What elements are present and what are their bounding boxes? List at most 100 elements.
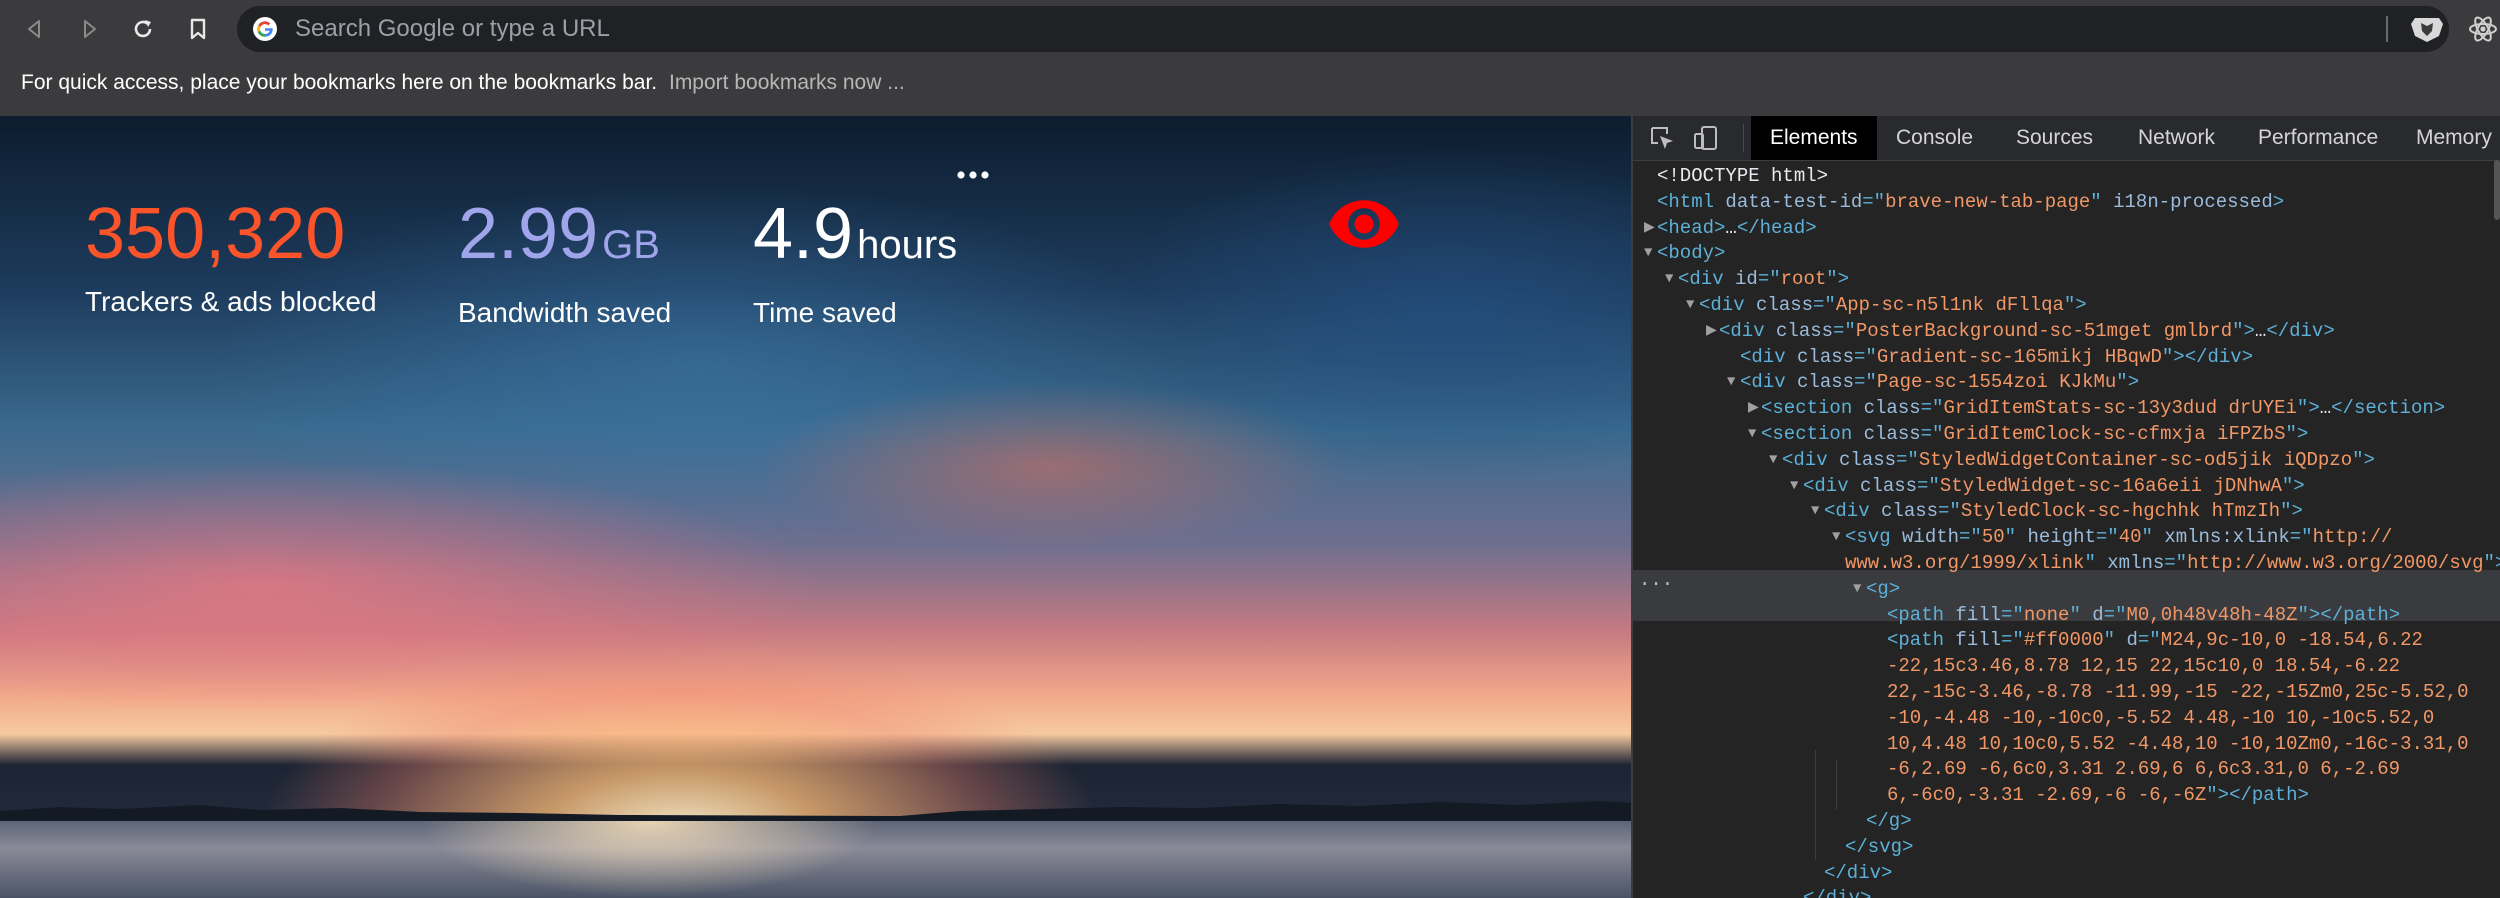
omnibox-placeholder: Search Google or type a URL	[295, 15, 610, 42]
dom-token-tag: ="	[1862, 190, 1886, 213]
dom-token-tag: "	[2090, 190, 2114, 213]
dom-token-val: 6,-6c0,-3.31 -2.69,-6 -6,-6Z	[1887, 784, 2207, 807]
dom-token-tag: <path	[1887, 603, 1956, 626]
dom-token-tag: </svg>	[1845, 835, 1914, 858]
dom-token-tag: <div	[1740, 345, 1798, 368]
dom-token-attr: i18n-processed	[2113, 190, 2273, 213]
dom-token-tag: <div	[1678, 268, 1736, 291]
tab-console[interactable]: Console	[1877, 116, 1992, 160]
dom-token-val: 40	[2118, 526, 2142, 549]
expand-triangle-icon[interactable]: ▶	[1644, 216, 1655, 242]
dom-token-tag: ">	[2285, 423, 2309, 445]
dom-token-val: www.w3.org/1999/xlink	[1845, 552, 2085, 574]
time-saved-value: 4.9	[753, 194, 854, 274]
collapse-triangle-icon[interactable]: ▼	[1727, 370, 1735, 396]
dom-token-attr: class	[1776, 319, 1834, 342]
react-devtools-icon[interactable]	[2466, 13, 2500, 45]
dom-token-tag: </section>	[2331, 397, 2446, 420]
trackers-blocked-label: Trackers & ads blocked	[85, 286, 377, 317]
dom-token-tag: ="	[1757, 268, 1781, 291]
dom-token-val: #ff0000	[2023, 629, 2104, 652]
import-bookmarks-link[interactable]: Import bookmarks now ...	[669, 71, 905, 94]
dom-token-attr: fill	[1955, 629, 2002, 652]
dom-token-tag: </head>	[1736, 216, 1817, 239]
device-toolbar-icon[interactable]	[1691, 123, 1721, 153]
dom-token-tag: <g>	[1866, 577, 1901, 600]
dom-token-tag: >	[2272, 190, 2285, 213]
dom-token-val: root	[1780, 268, 1827, 291]
tab-performance[interactable]: Performance	[2239, 116, 2397, 160]
dom-token-tag: ">	[2063, 294, 2087, 316]
omnibox[interactable]: Search Google or type a URL	[237, 6, 2449, 52]
dom-token-tag: ">	[2281, 474, 2305, 497]
dom-token-tag: "	[2141, 526, 2165, 549]
dom-token-tag: "	[2069, 603, 2093, 626]
collapse-triangle-icon[interactable]: ▼	[1686, 293, 1694, 319]
bandwidth-saved-value: 2.99	[458, 194, 599, 274]
bookmark-icon[interactable]	[180, 11, 216, 47]
collapse-triangle-icon[interactable]: ▼	[1853, 577, 1861, 603]
more-options-icon[interactable]	[956, 168, 990, 182]
collapse-triangle-icon[interactable]: ▼	[1665, 267, 1673, 293]
time-saved-unit: hours	[857, 223, 958, 267]
stat-bandwidth-saved: 2.99 GB Bandwidth saved	[458, 196, 671, 329]
dom-token-tag: ="	[1917, 474, 1940, 497]
dom-token-val: http://www.w3.org/2000/svg	[2187, 552, 2484, 574]
collapse-triangle-icon[interactable]: ▼	[1748, 422, 1756, 448]
dom-token-val: App-sc-n5l1nk dFllqa	[1835, 294, 2064, 316]
dom-token-attr: xmlns	[2107, 552, 2165, 574]
dom-token-tag: ">	[2483, 552, 2500, 574]
dom-token-tag: ">	[2232, 319, 2255, 342]
brave-shields-icon[interactable]	[2405, 15, 2449, 43]
forward-arrow-icon[interactable]	[71, 11, 107, 47]
collapse-triangle-icon[interactable]: ▼	[1811, 499, 1819, 525]
reload-icon[interactable]	[125, 11, 161, 47]
dom-token-tag: </div>	[1824, 861, 1893, 884]
toolbar-separator	[1743, 124, 1744, 152]
dom-token-tag: "	[2004, 526, 2028, 549]
tab-elements[interactable]: Elements	[1751, 116, 1877, 160]
dom-token-attr: class	[1881, 500, 1939, 523]
node-actions-ellipsis[interactable]: ···	[1639, 572, 1673, 598]
dom-token-val: M0,0h48v48h-48Z	[2126, 603, 2298, 626]
dom-token-val: GridItemClock-sc-cfmxja iFPZbS	[1943, 423, 2286, 445]
treeline-silhouette	[0, 801, 1631, 821]
dom-token-txt: …	[2319, 397, 2332, 420]
dom-token-tag: <div	[1740, 371, 1798, 394]
dom-token-tag: "></path>	[2297, 603, 2401, 626]
dom-token-attr: id	[1735, 268, 1758, 291]
dom-token-attr: data-test-id	[1725, 190, 1863, 213]
expand-triangle-icon[interactable]: ▶	[1706, 319, 1717, 345]
expand-triangle-icon[interactable]: ▶	[1748, 396, 1759, 422]
bandwidth-saved-label: Bandwidth saved	[458, 297, 672, 328]
dom-token-attr: class	[1797, 345, 1855, 368]
collapse-triangle-icon[interactable]: ▼	[1832, 525, 1840, 551]
browser-toolbar: Search Google or type a URL	[0, 0, 2500, 58]
dom-token-attr: d	[2126, 629, 2138, 652]
dom-token-val: brave-new-tab-page	[1885, 190, 2091, 213]
dom-token-tag: <html	[1657, 190, 1726, 213]
dom-token-tag: </div>	[1803, 887, 1871, 898]
inspect-element-icon[interactable]	[1647, 123, 1677, 153]
indent-guide	[1815, 750, 1816, 860]
dom-token-val: StyledWidget-sc-16a6eii jDNhwA	[1939, 474, 2282, 497]
collapse-triangle-icon[interactable]: ▼	[1769, 448, 1777, 474]
dom-token-attr: width	[1902, 526, 1960, 549]
dom-token-tag: ">	[2280, 500, 2303, 523]
dom-token-tag: ">	[2116, 371, 2140, 394]
elements-dom-tree: ··· <!DOCTYPE html> <html data-test-id="b…	[1633, 160, 2500, 898]
dom-token-tag: ="	[1813, 294, 1836, 316]
back-arrow-icon[interactable]	[17, 11, 53, 47]
collapse-triangle-icon[interactable]: ▼	[1790, 474, 1798, 500]
dom-token-tag: <div	[1699, 294, 1757, 316]
dom-token-val: -10,-4.48 -10,-10c0,-5.52 4.48,-10 10,-1…	[1887, 706, 2435, 729]
tab-network[interactable]: Network	[2119, 116, 2234, 160]
tab-memory[interactable]: Memory	[2397, 116, 2500, 160]
dom-tree-scrollbar[interactable]	[2494, 160, 2500, 220]
dom-token-tag: <div	[1782, 448, 1840, 471]
tab-sources[interactable]: Sources	[1997, 116, 2112, 160]
collapse-triangle-icon[interactable]: ▼	[1644, 241, 1652, 267]
bookmarks-bar: For quick access, place your bookmarks h…	[0, 58, 2500, 116]
dom-token-val: Gradient-sc-165mikj HBqwD	[1876, 345, 2162, 368]
dom-token-attr: class	[1839, 448, 1897, 471]
